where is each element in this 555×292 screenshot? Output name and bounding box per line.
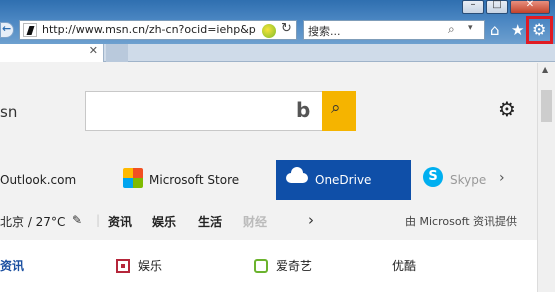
minimize-icon: – xyxy=(470,0,476,10)
nav-item-news[interactable]: 资讯 xyxy=(108,213,132,230)
link-youku[interactable]: 优酷 xyxy=(392,257,416,274)
cloud-icon xyxy=(286,167,308,183)
news-nav-bar: 北京 / 27°C ✎ | 资讯 娱乐 生活 财经 › 由 Microsoft … xyxy=(0,211,537,231)
iqiyi-icon xyxy=(254,259,268,273)
provider-note: 由 Microsoft 资讯提供 xyxy=(405,215,518,228)
back-arrow-icon: ← xyxy=(2,22,12,35)
close-icon: ✕ xyxy=(525,0,535,10)
web-search-button[interactable]: ⌕ xyxy=(322,91,356,131)
chevron-right-icon[interactable]: › xyxy=(308,211,314,229)
tile-microsoft-store[interactable]: Microsoft Store xyxy=(120,160,270,200)
nav-item-life[interactable]: 生活 xyxy=(198,213,222,230)
gear-icon[interactable]: ⚙ xyxy=(532,20,546,39)
site-favicon-icon xyxy=(23,23,37,37)
address-bar[interactable]: http://www.msn.cn/zh-cn?ocid=iehp&p ↻ xyxy=(19,20,297,40)
vertical-scrollbar[interactable]: ▲ xyxy=(537,63,555,292)
divider: | xyxy=(96,213,101,227)
tile-label: Skype xyxy=(450,173,487,187)
nav-item-entertainment[interactable]: 娱乐 xyxy=(152,213,176,230)
back-button[interactable]: ← xyxy=(0,22,14,38)
bing-icon: b xyxy=(296,98,311,122)
skype-icon: S xyxy=(423,167,443,187)
tile-skype[interactable]: S Skype xyxy=(420,160,510,200)
tools-button-highlight[interactable]: ⚙ xyxy=(526,16,553,44)
chevron-right-icon[interactable]: › xyxy=(499,170,505,186)
nav-item-finance[interactable]: 财经 xyxy=(243,213,267,230)
close-window-button[interactable]: ✕ xyxy=(510,0,550,14)
search-icon: ⌕ xyxy=(331,98,341,118)
tile-label: OneDrive xyxy=(315,173,372,187)
chevron-down-icon[interactable]: ▾ xyxy=(468,23,473,33)
msn-logo[interactable]: sn xyxy=(0,103,17,121)
browser-search-box[interactable]: 搜索... ⌕ ▾ xyxy=(303,20,485,40)
weather-info[interactable]: 北京 / 27°C xyxy=(0,213,65,230)
edit-icon[interactable]: ✎ xyxy=(72,213,82,227)
web-search-input[interactable]: b xyxy=(85,91,355,131)
compatibility-view-icon[interactable] xyxy=(262,24,276,38)
page-settings-icon[interactable]: ⚙ xyxy=(498,97,516,121)
scroll-up-icon[interactable]: ▲ xyxy=(542,65,548,74)
tile-label: Outlook.com xyxy=(0,173,77,187)
search-placeholder[interactable]: 搜索... xyxy=(308,23,341,39)
browser-toolbar: – □ ✕ ← http://www.msn.cn/zh-cn?ocid=ieh… xyxy=(0,0,555,44)
star-icon[interactable]: ★ xyxy=(511,21,524,39)
new-tab-button[interactable] xyxy=(106,44,128,62)
entertainment-icon xyxy=(116,259,130,273)
search-icon[interactable]: ⌕ xyxy=(448,22,455,37)
refresh-icon[interactable]: ↻ xyxy=(281,21,292,36)
address-url[interactable]: http://www.msn.cn/zh-cn?ocid=iehp&p xyxy=(42,23,260,36)
tile-label: Microsoft Store xyxy=(149,173,240,187)
home-icon[interactable]: ⌂ xyxy=(490,21,500,39)
minimize-button[interactable]: – xyxy=(462,0,484,14)
quick-links: 资讯 娱乐 爱奇艺 优酷 xyxy=(0,240,537,292)
page-content: sn b ⌕ ⚙ Outlook.com Microsoft Store One… xyxy=(0,63,537,292)
link-news[interactable]: 资讯 xyxy=(0,257,24,274)
store-icon xyxy=(123,168,143,188)
scroll-thumb[interactable] xyxy=(541,90,552,122)
maximize-button[interactable]: □ xyxy=(486,0,508,14)
tab-bar: ✕ xyxy=(0,44,555,62)
tab-msn[interactable]: ✕ xyxy=(0,44,104,62)
tile-onedrive[interactable]: OneDrive xyxy=(276,160,411,200)
close-tab-icon[interactable]: ✕ xyxy=(89,44,98,57)
link-entertainment[interactable]: 娱乐 xyxy=(138,257,162,274)
link-iqiyi[interactable]: 爱奇艺 xyxy=(276,257,312,274)
maximize-icon: □ xyxy=(492,0,502,10)
tile-outlook[interactable]: Outlook.com xyxy=(0,160,110,200)
